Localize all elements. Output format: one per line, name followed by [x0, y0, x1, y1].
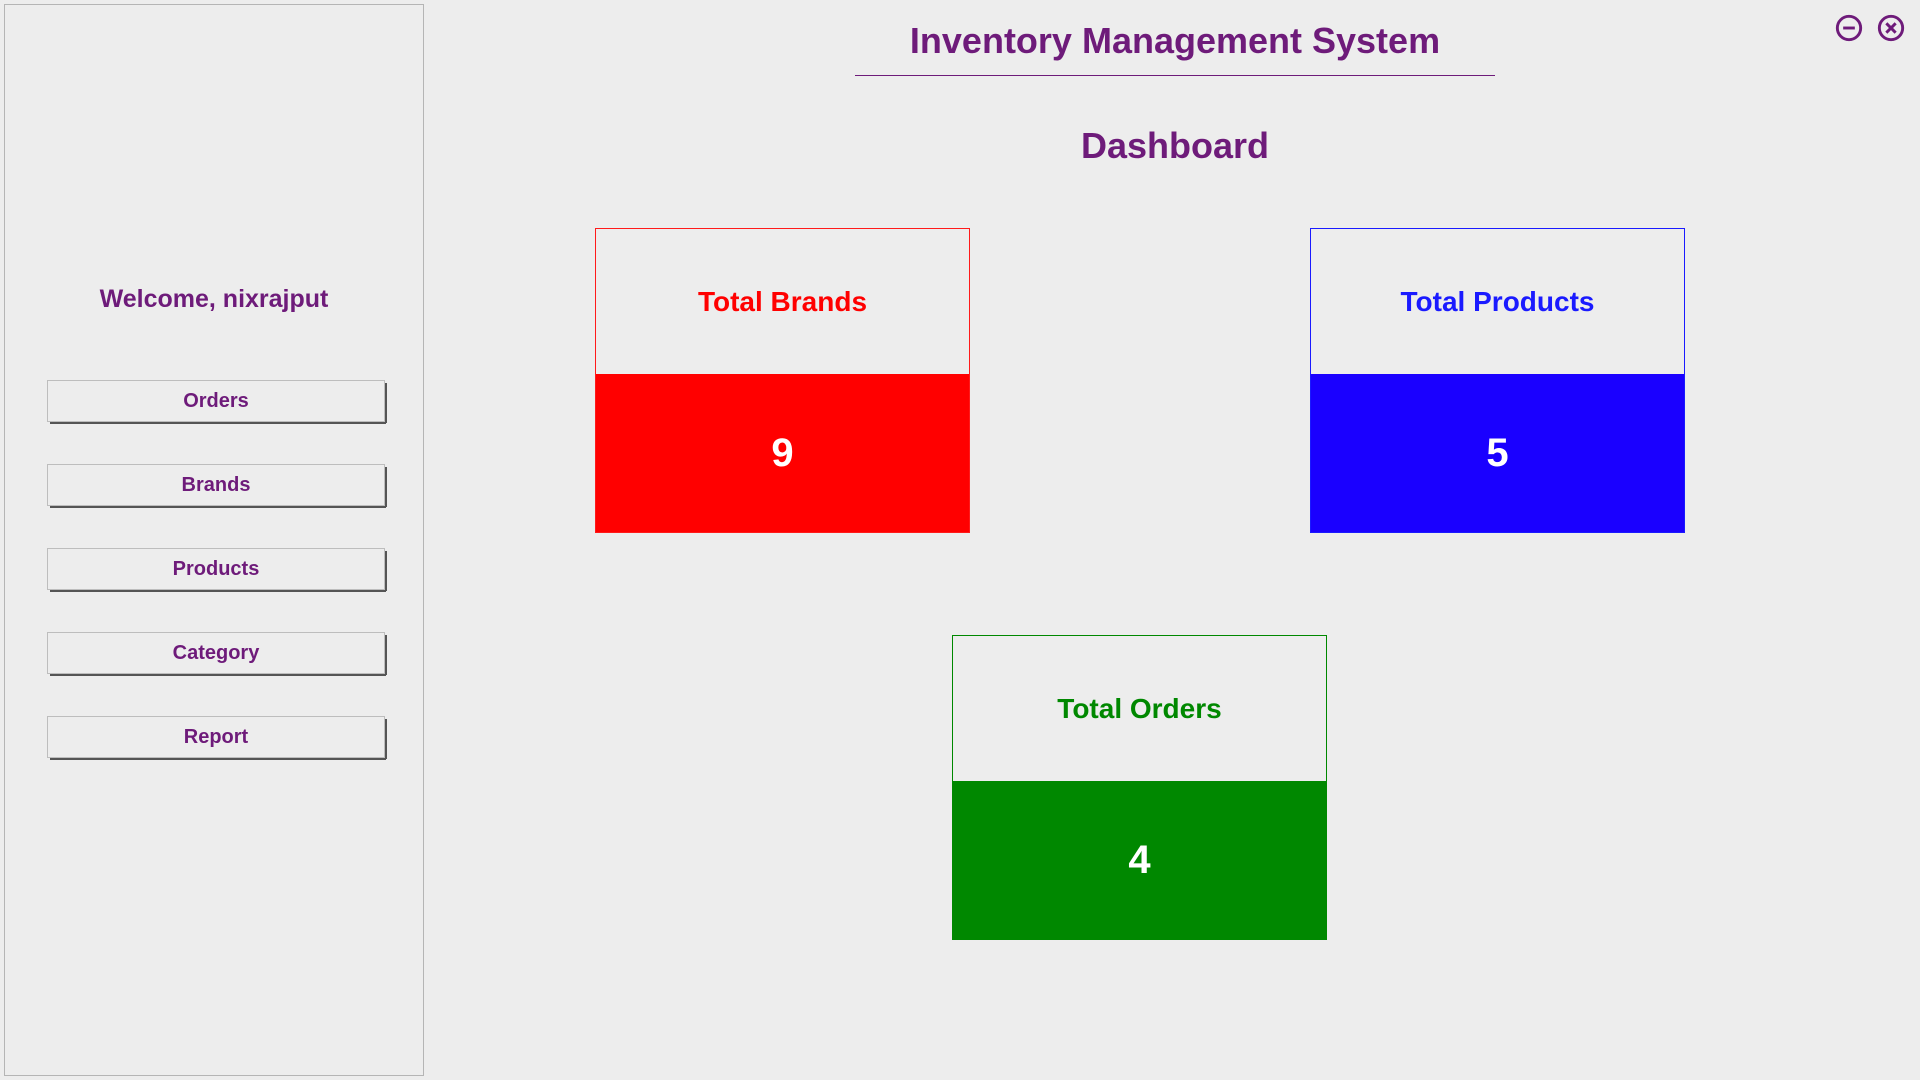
page-title: Dashboard — [430, 125, 1920, 167]
nav-brands-label: Brands — [182, 474, 251, 497]
card-orders-title: Total Orders — [953, 636, 1326, 781]
nav-orders-label: Orders — [183, 390, 249, 413]
card-orders-value: 4 — [953, 781, 1326, 939]
nav-menu: Orders Brands Products Category Report — [47, 380, 385, 800]
minimize-button[interactable] — [1832, 12, 1866, 46]
card-products-value: 5 — [1311, 374, 1684, 532]
close-button[interactable] — [1874, 12, 1908, 46]
nav-report-button[interactable]: Report — [47, 716, 385, 758]
app-title: Inventory Management System — [430, 20, 1920, 62]
card-total-brands: Total Brands 9 — [595, 228, 970, 533]
welcome-message: Welcome, nixrajput — [5, 285, 423, 314]
card-products-title: Total Products — [1311, 229, 1684, 374]
close-icon — [1877, 14, 1905, 45]
sidebar: Welcome, nixrajput Orders Brands Product… — [4, 4, 424, 1076]
nav-products-button[interactable]: Products — [47, 548, 385, 590]
minimize-icon — [1835, 14, 1863, 45]
card-total-orders: Total Orders 4 — [952, 635, 1327, 940]
nav-products-label: Products — [173, 558, 260, 581]
window-controls — [1832, 12, 1908, 46]
card-total-products: Total Products 5 — [1310, 228, 1685, 533]
nav-category-label: Category — [173, 642, 260, 665]
card-brands-title: Total Brands — [596, 229, 969, 374]
main-content: Inventory Management System Dashboard To… — [430, 0, 1920, 1080]
nav-category-button[interactable]: Category — [47, 632, 385, 674]
card-brands-value: 9 — [596, 374, 969, 532]
nav-report-label: Report — [184, 726, 248, 749]
title-underline — [855, 75, 1495, 76]
nav-orders-button[interactable]: Orders — [47, 380, 385, 422]
nav-brands-button[interactable]: Brands — [47, 464, 385, 506]
